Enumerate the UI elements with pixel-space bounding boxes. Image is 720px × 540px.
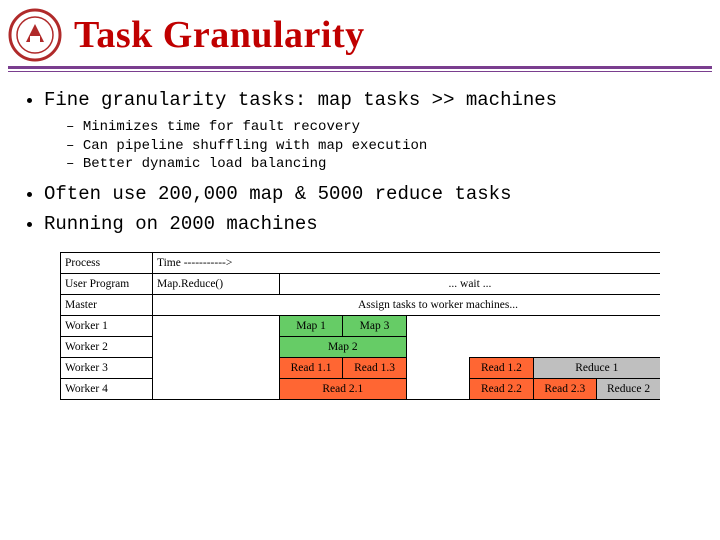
table-row: Master Assign tasks to worker machines..… <box>61 294 661 315</box>
empty-cell <box>152 357 279 378</box>
empty-cell <box>152 315 279 336</box>
sub-bullet: Better dynamic load balancing <box>66 155 698 174</box>
table-row: User Program Map.Reduce() ... wait ... <box>61 273 661 294</box>
table-row: Worker 1 Map 1 Map 3 <box>61 315 661 336</box>
bullet-2: Often use 200,000 map & 5000 reduce task… <box>44 182 698 208</box>
bullet-1: Fine granularity tasks: map tasks >> mac… <box>44 88 698 174</box>
slide-header: Task Granularity <box>0 0 720 62</box>
divider-thick <box>8 66 712 69</box>
slide-title: Task Granularity <box>74 13 365 57</box>
schedule-table-wrap: Process Time -----------> User Program M… <box>0 242 720 400</box>
empty-cell <box>406 378 469 399</box>
cell-read13: Read 1.3 <box>343 357 406 378</box>
empty-cell <box>406 336 660 357</box>
schedule-table: Process Time -----------> User Program M… <box>60 252 660 400</box>
time-header: Time -----------> <box>152 252 660 273</box>
empty-cell <box>152 378 279 399</box>
row-label: User Program <box>61 273 153 294</box>
cell-read12: Read 1.2 <box>470 357 533 378</box>
row-label: Worker 4 <box>61 378 153 399</box>
sub-bullet: Can pipeline shuffling with map executio… <box>66 137 698 156</box>
cell-reduce1: Reduce 1 <box>533 357 660 378</box>
empty-cell <box>152 294 215 315</box>
cell-read22: Read 2.2 <box>470 378 533 399</box>
cell-assign: Assign tasks to worker machines... <box>216 294 660 315</box>
table-row: Worker 4 Read 2.1 Read 2.2 Read 2.3 Redu… <box>61 378 661 399</box>
bullet-list: Fine granularity tasks: map tasks >> mac… <box>22 88 698 238</box>
table-row: Process Time -----------> <box>61 252 661 273</box>
row-label: Worker 2 <box>61 336 153 357</box>
table-row: Worker 3 Read 1.1 Read 1.3 Read 1.2 Redu… <box>61 357 661 378</box>
row-label: Worker 1 <box>61 315 153 336</box>
empty-cell <box>406 357 469 378</box>
empty-cell <box>406 315 660 336</box>
row-label: Master <box>61 294 153 315</box>
cell-read21: Read 2.1 <box>279 378 406 399</box>
cell-map2: Map 2 <box>279 336 406 357</box>
university-logo-icon <box>8 8 62 62</box>
cell-reduce2: Reduce 2 <box>597 378 660 399</box>
cell-mapreduce: Map.Reduce() <box>152 273 279 294</box>
cell-read11: Read 1.1 <box>279 357 342 378</box>
empty-cell <box>152 336 279 357</box>
row-label: Process <box>61 252 153 273</box>
slide-body: Fine granularity tasks: map tasks >> mac… <box>0 72 720 238</box>
bullet-3: Running on 2000 machines <box>44 212 698 238</box>
bullet-1-text: Fine granularity tasks: map tasks >> mac… <box>44 89 557 111</box>
table-row: Worker 2 Map 2 <box>61 336 661 357</box>
cell-read23: Read 2.3 <box>533 378 596 399</box>
sub-bullet: Minimizes time for fault recovery <box>66 118 698 137</box>
row-label: Worker 3 <box>61 357 153 378</box>
cell-map3: Map 3 <box>343 315 406 336</box>
cell-map1: Map 1 <box>279 315 342 336</box>
bullet-1-sublist: Minimizes time for fault recovery Can pi… <box>44 118 698 175</box>
cell-wait: ... wait ... <box>279 273 660 294</box>
